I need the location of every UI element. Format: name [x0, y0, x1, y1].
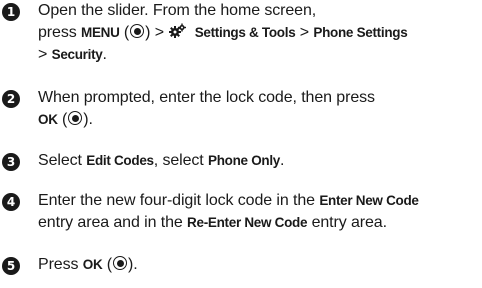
step-text: Enter the new four-digit lock code in th…	[38, 190, 482, 234]
step-text: When prompted, enter the lock code, then…	[38, 87, 482, 131]
step-number-icon: 2	[2, 90, 20, 108]
step-line: > Security.	[38, 44, 482, 66]
center-key-icon	[130, 24, 145, 38]
step-line: press MENU ( ) > Settings & Tools > Phone…	[38, 22, 482, 44]
step-text-segment: ) >	[145, 24, 164, 41]
step-text-segment: .	[102, 46, 107, 63]
step-text-segment: entry area.	[311, 214, 387, 231]
step-text: Press OK ().	[38, 254, 482, 276]
step-line: Select Edit Codes, select Phone Only.	[38, 150, 482, 172]
phone-settings-label: Phone Settings	[313, 25, 408, 40]
step-text: Open the slider. From the home screen, p…	[38, 0, 482, 66]
step-text-segment: (	[62, 111, 68, 128]
step-text-segment: (	[106, 256, 113, 273]
step-text-segment: , select	[153, 152, 204, 169]
step-text-segment: >	[38, 46, 48, 63]
ok-key-label: OK	[38, 112, 58, 127]
step-line: Open the slider. From the home screen,	[38, 0, 482, 22]
step-line: entry area and in the Re-Enter New Code …	[38, 212, 482, 234]
step-text-segment: ).	[128, 256, 138, 273]
step-number-icon: 5	[2, 257, 20, 275]
step-line: Enter the new four-digit lock code in th…	[38, 190, 482, 212]
step-number-icon: 1	[2, 3, 20, 21]
step-text-segment: Open the slider. From the home screen,	[38, 2, 317, 19]
center-key-icon	[68, 111, 83, 125]
step-number-icon: 4	[2, 193, 20, 211]
step-number-icon: 3	[2, 153, 20, 171]
edit-codes-label: Edit Codes	[86, 153, 154, 168]
settings-gear-icon	[169, 23, 187, 38]
step-text-segment: entry area and in the	[38, 214, 183, 231]
step-line: OK ().	[38, 109, 482, 131]
step-text-segment: Enter the new four-digit lock code in th…	[38, 192, 315, 209]
ok-key-label: OK	[82, 257, 103, 272]
step-text-segment: >	[299, 24, 310, 41]
security-label: Security	[51, 47, 103, 62]
step-line: When prompted, enter the lock code, then…	[38, 87, 482, 109]
step-text-segment: When prompted, enter the lock code, then…	[38, 89, 375, 106]
step-text-segment: (	[123, 24, 130, 41]
center-key-icon	[113, 256, 128, 270]
step-text-segment: ).	[83, 111, 93, 128]
step-text-segment: press	[38, 24, 77, 41]
step-text-segment: Press	[38, 256, 79, 273]
settings-tools-label: Settings & Tools	[194, 25, 296, 40]
phone-only-label: Phone Only	[208, 153, 281, 168]
step-text: Select Edit Codes, select Phone Only.	[38, 150, 482, 172]
step-text-segment: Select	[38, 152, 82, 169]
menu-key-label: MENU	[81, 25, 120, 40]
step-line: Press OK ().	[38, 254, 482, 276]
reenter-new-code-label: Re-Enter New Code	[187, 215, 308, 230]
enter-new-code-label: Enter New Code	[319, 193, 419, 208]
step-text-segment: .	[280, 152, 285, 169]
